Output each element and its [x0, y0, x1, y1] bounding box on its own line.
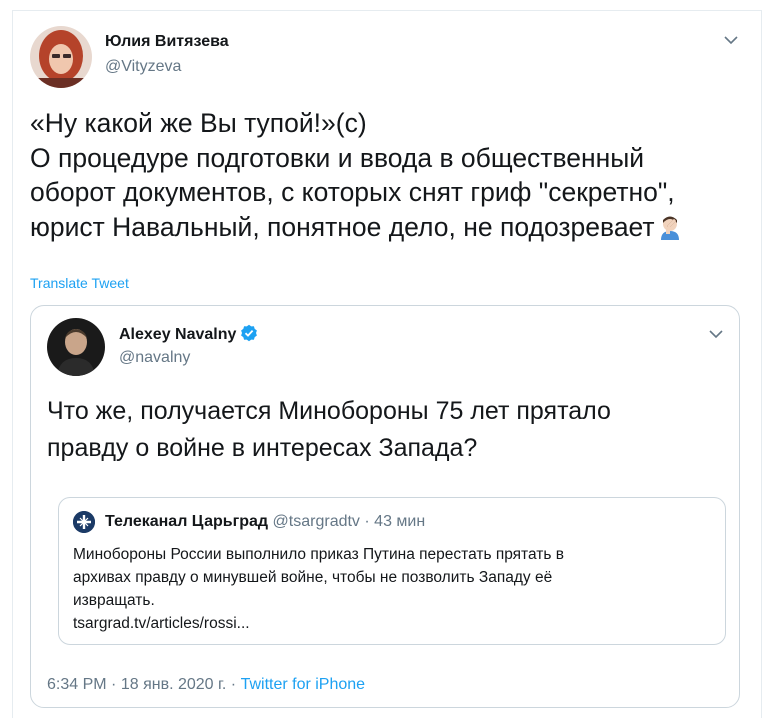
- nested-author-handle[interactable]: @tsargradtv: [273, 513, 360, 530]
- facepalm-icon: [657, 214, 683, 240]
- tweet-line: О процедуре подготовки и ввода в обществ…: [30, 142, 645, 173]
- tweet-line: «Ну какой же Вы тупой!»(с): [30, 108, 367, 138]
- tweet-text: «Ну какой же Вы тупой!»(с) О процедуре п…: [30, 106, 750, 244]
- tweet-line: юрист Навальный, понятное дело, не подоз…: [30, 211, 655, 242]
- quoted-author-handle[interactable]: @navalny: [119, 349, 190, 367]
- avatar[interactable]: [47, 318, 105, 376]
- chevron-down-icon[interactable]: [723, 32, 739, 48]
- nested-author-name[interactable]: Телеканал Царьград: [105, 513, 268, 530]
- nested-line: извращать.: [73, 592, 155, 609]
- separator: ·: [364, 513, 370, 530]
- separator: ·: [230, 676, 237, 693]
- nested-time[interactable]: 43 мин: [374, 513, 425, 530]
- nested-line: Минобороны России выполнило приказ Путин…: [73, 546, 564, 563]
- nested-link[interactable]: tsargrad.tv/articles/rossi...: [73, 612, 713, 635]
- translate-tweet-link[interactable]: Translate Tweet: [30, 275, 129, 291]
- nested-tweet-header: Телеканал Царьград @tsargradtv · 43 мин: [105, 513, 425, 531]
- quoted-line: правду о войне в интересах Запада?: [47, 434, 478, 462]
- author-name[interactable]: Юлия Витязева: [105, 33, 229, 51]
- separator: ·: [111, 676, 117, 693]
- nested-quoted-tweet[interactable]: Телеканал Царьград @tsargradtv · 43 мин …: [58, 497, 726, 645]
- tweet-source-link[interactable]: Twitter for iPhone: [241, 676, 366, 693]
- tweet-time[interactable]: 6:34 PM: [47, 676, 107, 693]
- nested-tweet-text: Минобороны России выполнило приказ Путин…: [73, 543, 713, 635]
- tweet-line: оборот документов, с которых снят гриф "…: [30, 177, 675, 207]
- avatar[interactable]: [30, 26, 92, 88]
- quoted-tweet[interactable]: Alexey Navalny @navalny Что же, получает…: [30, 305, 740, 708]
- tweet-line-with-emoji: юрист Навальный, понятное дело, не подоз…: [30, 210, 750, 245]
- tweet-date[interactable]: 18 янв. 2020 г.: [121, 676, 227, 693]
- nested-line: архивах правду о минувшей войне, чтобы н…: [73, 569, 553, 586]
- avatar: [73, 511, 95, 533]
- quoted-author-name[interactable]: Alexey Navalny: [119, 324, 258, 344]
- author-handle[interactable]: @Vityzeva: [105, 58, 181, 76]
- chevron-down-icon[interactable]: [708, 326, 724, 342]
- quoted-tweet-footer: 6:34 PM · 18 янв. 2020 г. · Twitter for …: [47, 676, 365, 694]
- quoted-author-name-text: Alexey Navalny: [119, 326, 237, 343]
- quoted-tweet-text: Что же, получается Минобороны 75 лет пря…: [47, 393, 727, 467]
- quoted-line: Что же, получается Минобороны 75 лет пря…: [47, 397, 611, 425]
- verified-icon: [240, 324, 258, 342]
